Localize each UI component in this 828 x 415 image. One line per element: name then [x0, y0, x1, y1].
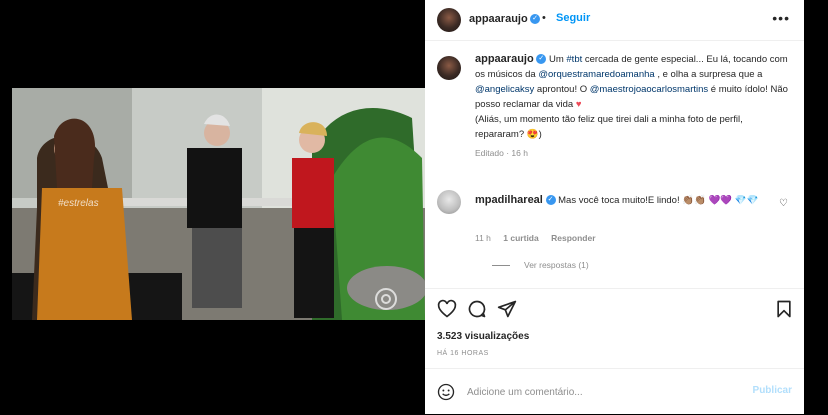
comment-body: Mas você toca muito!E lindo! 👏🏽👏🏽 💜💜 💎💎 [555, 195, 759, 206]
view-replies-button[interactable]: Ver respostas (1) [492, 260, 589, 270]
mention-link[interactable]: @angelicaksy [475, 84, 534, 95]
caption-segment: Um [546, 54, 567, 65]
mention-link[interactable]: @orquestramaredoamanha [538, 69, 654, 80]
follow-button[interactable]: Seguir [556, 12, 590, 24]
save-bookmark-icon[interactable] [774, 299, 794, 319]
video-player[interactable]: #estrelas [12, 88, 425, 320]
commenter-username[interactable]: mpadilhareal [475, 194, 543, 206]
caption-segment: , e olha a surpresa que a [654, 69, 763, 80]
hashtag-link[interactable]: #tbt [566, 54, 582, 65]
caption-meta: Editado · 16 h [475, 148, 528, 158]
media-pane: #estrelas [12, 0, 425, 414]
like-heart-icon[interactable] [437, 299, 457, 319]
caption-avatar[interactable] [437, 56, 461, 80]
video-watermark: #estrelas [58, 198, 99, 209]
post-header: appaaraujo ✓ • Seguir ••• [425, 0, 804, 41]
caption-segment: ) [538, 129, 542, 140]
caption-text: appaaraujo ✓ Um #tbt cercada de gente es… [475, 52, 793, 161]
commenter-avatar[interactable] [437, 190, 461, 214]
comment-text: mpadilhareal ✓ Mas você toca muito!E lin… [475, 193, 775, 208]
heart-eyes-emoji-icon: 😍 [526, 129, 539, 140]
post-actions: 3.523 visualizações HÁ 16 HORAS [425, 288, 804, 369]
comment-input[interactable] [467, 384, 727, 400]
caption-segment: aprontou! O [534, 84, 590, 95]
verified-badge-icon: ✓ [536, 54, 547, 65]
more-options-icon[interactable]: ••• [772, 10, 790, 26]
caption-username[interactable]: appaaraujo [475, 53, 534, 65]
comment-likes[interactable]: 1 curtida [503, 233, 538, 243]
verified-badge-icon: ✓ [530, 14, 540, 24]
comment-bubble-icon[interactable] [467, 299, 487, 319]
reply-button[interactable]: Responder [551, 233, 595, 243]
right-backdrop [804, 0, 828, 414]
mention-link[interactable]: @maestrojoaocarlosmartins [590, 84, 708, 95]
like-comment-icon[interactable]: ♡ [779, 198, 788, 209]
comment-meta: 11 h 1 curtida Responder [475, 233, 606, 243]
add-comment-bar: Publicar [425, 368, 804, 415]
header-dot-separator: • [542, 12, 546, 24]
verified-badge-icon: ✓ [545, 195, 556, 206]
tv-logo-icon [375, 288, 397, 310]
post-time: HÁ 16 HORAS [437, 350, 489, 357]
publish-button[interactable]: Publicar [753, 385, 792, 396]
emoji-picker-icon[interactable] [437, 383, 455, 401]
author-username[interactable]: appaaraujo [469, 13, 528, 25]
post-panel: appaaraujo ✓ • Seguir ••• appaaraujo ✓ U… [425, 0, 804, 414]
view-count[interactable]: 3.523 visualizações [437, 331, 529, 342]
comment-time: 11 h [475, 233, 491, 243]
heart-emoji-icon: ♥ [575, 99, 582, 110]
caption-segment: (Aliás, um momento tão feliz que tirei d… [475, 114, 743, 140]
author-avatar[interactable] [437, 8, 461, 32]
share-direct-icon[interactable] [497, 299, 517, 319]
